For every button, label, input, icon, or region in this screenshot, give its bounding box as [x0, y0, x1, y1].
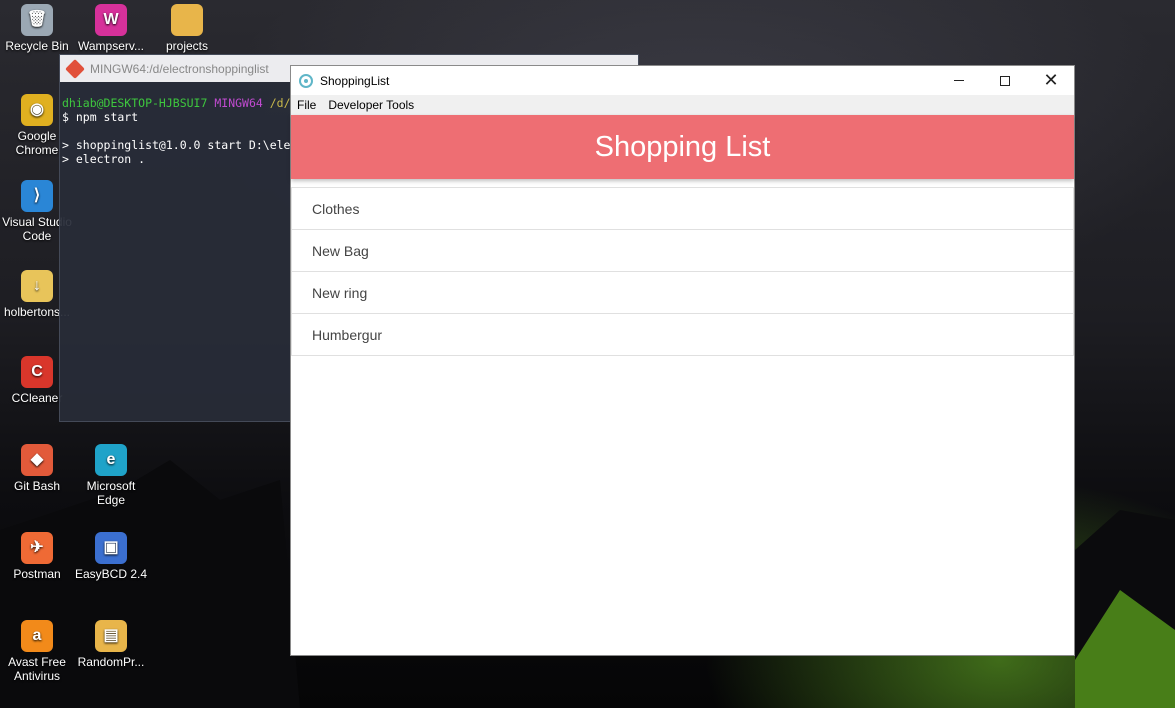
desktop-icon-label: Wampserv...: [77, 39, 144, 53]
desktop-icon[interactable]: ◆ Git Bash: [0, 444, 74, 493]
menu-bar: File Developer Tools: [291, 95, 1074, 115]
close-button[interactable]: ✕: [1028, 66, 1074, 95]
prompt-system: MINGW64: [214, 96, 263, 110]
desktop-icon-label: Git Bash: [13, 479, 61, 493]
maximize-icon: [1000, 75, 1010, 86]
avast-icon: a: [21, 620, 53, 652]
ccleaner-icon: C: [21, 356, 53, 388]
minimize-icon: [954, 80, 964, 81]
window-titlebar[interactable]: ShoppingList ✕: [291, 66, 1074, 95]
menu-developer-tools[interactable]: Developer Tools: [322, 98, 420, 112]
page-title: Shopping List: [594, 130, 771, 163]
minimize-button[interactable]: [936, 66, 982, 95]
desktop-icon-label: RandomPr...: [77, 655, 145, 669]
app-header: Shopping List: [291, 115, 1074, 179]
close-icon: ✕: [1043, 70, 1059, 91]
desktop-icon-label: Postman: [13, 567, 61, 581]
desktop-icon[interactable]: ▣ EasyBCD 2.4: [74, 532, 148, 581]
recycle-bin-icon: 🗑: [21, 4, 53, 36]
desktop-icon[interactable]: e Microsoft Edge: [74, 444, 148, 507]
git-icon: [65, 58, 85, 79]
edge-icon: e: [95, 444, 127, 476]
desktop-icon-label: Recycle Bin: [5, 39, 69, 53]
easybcd-icon: ▣: [95, 532, 127, 564]
desktop-icon[interactable]: projects: [150, 4, 224, 53]
electron-app-icon: [299, 73, 313, 88]
list-item[interactable]: Humbergur: [292, 314, 1073, 356]
desktop-icon[interactable]: ▤ RandomPr...: [74, 620, 148, 669]
desktop-icon-label: Avast Free Antivirus: [8, 655, 66, 683]
shopping-list: Clothes New Bag New ring Humbergur: [291, 187, 1074, 356]
menu-file[interactable]: File: [291, 98, 322, 112]
folder-icon: ↓: [21, 270, 53, 302]
randomprogram-icon: ▤: [95, 620, 127, 652]
desktop-icon-label: projects: [165, 39, 209, 53]
prompt-user: dhiab@DESKTOP-HJBSUI7: [62, 96, 208, 110]
list-item[interactable]: New ring: [292, 272, 1073, 314]
postman-icon: ✈: [21, 532, 53, 564]
shopping-list-window[interactable]: ShoppingList ✕ File Developer Tools Shop…: [290, 65, 1075, 656]
wampserver-icon: W: [95, 4, 127, 36]
desktop-icon-label: EasyBCD 2.4: [74, 567, 148, 581]
terminal-title: MINGW64:/d/electronshoppinglist: [90, 61, 269, 76]
window-title: ShoppingList: [320, 73, 390, 88]
desktop-icon[interactable]: 🗑 Recycle Bin: [0, 4, 74, 53]
list-item[interactable]: Clothes: [292, 188, 1073, 230]
chrome-icon: ◉: [21, 94, 53, 126]
desktop-icon[interactable]: W Wampserv...: [74, 4, 148, 53]
vscode-icon: ⟩: [21, 180, 53, 212]
desktop-icon-label: Microsoft Edge: [86, 479, 136, 507]
maximize-button[interactable]: [982, 66, 1028, 95]
desktop-icon[interactable]: ✈ Postman: [0, 532, 74, 581]
prompt-path: /d/: [269, 96, 291, 110]
git-bash-icon: ◆: [21, 444, 53, 476]
desktop-icon[interactable]: a Avast Free Antivirus: [0, 620, 74, 683]
folder-icon: [171, 4, 203, 36]
list-item[interactable]: New Bag: [292, 230, 1073, 272]
